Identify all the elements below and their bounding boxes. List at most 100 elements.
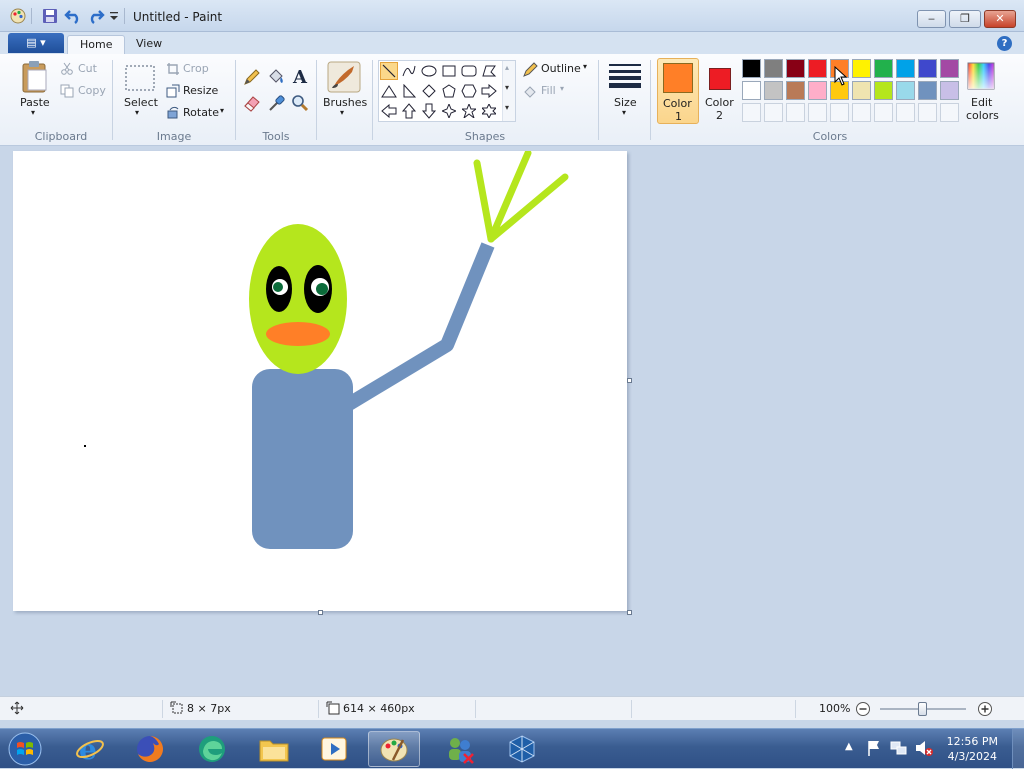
palette-swatch[interactable] xyxy=(940,59,959,78)
taskbar-firefox[interactable] xyxy=(124,731,176,767)
shape-five-point-star[interactable] xyxy=(460,102,478,120)
text-tool-icon[interactable]: A xyxy=(290,66,310,89)
resize-button[interactable]: Resize xyxy=(183,84,218,97)
paste-dropdown-arrow[interactable]: ▾ xyxy=(31,108,35,117)
shape-triangle[interactable] xyxy=(380,82,398,100)
outline-button[interactable]: Outline xyxy=(541,62,581,75)
close-button[interactable]: ✕ xyxy=(984,10,1016,28)
palette-swatch[interactable] xyxy=(764,59,783,78)
palette-swatch-empty[interactable] xyxy=(830,103,849,122)
minimize-button[interactable]: ‒ xyxy=(917,10,946,28)
pencil-icon[interactable] xyxy=(242,67,262,90)
shape-rounded-rectangle[interactable] xyxy=(460,62,478,80)
brushes-button[interactable]: Brushes xyxy=(323,96,367,109)
rotate-button[interactable]: Rotate xyxy=(183,106,219,119)
crop-button[interactable]: Crop xyxy=(183,62,209,75)
file-menu-button[interactable]: ▤ ▾ xyxy=(8,33,64,53)
shape-pentagon[interactable] xyxy=(440,82,458,100)
gallery-expand-icon[interactable]: ▾ xyxy=(505,103,509,112)
customize-qat-icon[interactable] xyxy=(109,10,119,25)
shape-diamond[interactable] xyxy=(420,82,438,100)
palette-swatch[interactable] xyxy=(896,59,915,78)
shape-four-point-star[interactable] xyxy=(440,102,458,120)
palette-swatch-empty[interactable] xyxy=(742,103,761,122)
shape-curve[interactable] xyxy=(400,62,418,80)
canvas-resize-handle-bottom[interactable] xyxy=(318,610,323,615)
palette-swatch[interactable] xyxy=(808,59,827,78)
paste-icon[interactable] xyxy=(20,60,50,97)
palette-swatch[interactable] xyxy=(896,81,915,100)
eraser-icon[interactable] xyxy=(242,93,262,116)
gallery-scroll-up-icon[interactable]: ▴ xyxy=(505,63,509,72)
shape-six-point-star[interactable] xyxy=(480,102,498,120)
cut-button[interactable]: Cut xyxy=(78,62,97,75)
palette-swatch[interactable] xyxy=(808,81,827,100)
shape-hexagon[interactable] xyxy=(460,82,478,100)
drawing-artwork[interactable] xyxy=(13,149,627,611)
undo-icon[interactable] xyxy=(64,8,82,27)
volume-muted-icon[interactable] xyxy=(914,739,934,760)
edit-colors-icon[interactable] xyxy=(967,62,995,93)
shape-rectangle[interactable] xyxy=(440,62,458,80)
tab-view[interactable]: View xyxy=(124,35,174,54)
maximize-button[interactable]: ❐ xyxy=(949,10,981,28)
shape-right-triangle[interactable] xyxy=(400,82,418,100)
zoom-out-icon[interactable] xyxy=(855,701,871,720)
shape-oval[interactable] xyxy=(420,62,438,80)
fill-button[interactable]: Fill xyxy=(541,84,556,97)
palette-swatch[interactable] xyxy=(786,81,805,100)
palette-swatch[interactable] xyxy=(852,81,871,100)
palette-swatch[interactable] xyxy=(786,59,805,78)
color2-button[interactable]: Color 2 xyxy=(702,58,738,124)
edit-colors-label-2[interactable]: colors xyxy=(966,109,999,122)
size-dropdown-arrow[interactable]: ▾ xyxy=(622,108,626,117)
shape-left-arrow[interactable] xyxy=(380,102,398,120)
color-picker-icon[interactable] xyxy=(266,93,286,116)
palette-swatch[interactable] xyxy=(918,59,937,78)
palette-swatch[interactable] xyxy=(764,81,783,100)
shapes-gallery-scroll[interactable]: ▴ ▾ ▾ xyxy=(502,61,515,121)
palette-swatch[interactable] xyxy=(742,59,761,78)
brushes-dropdown-arrow[interactable]: ▾ xyxy=(340,108,344,117)
edit-colors-label[interactable]: Edit xyxy=(971,96,992,109)
action-center-flag-icon[interactable] xyxy=(866,739,882,760)
start-button[interactable] xyxy=(6,731,44,767)
canvas-workspace[interactable] xyxy=(0,147,1024,696)
palette-swatch[interactable] xyxy=(874,59,893,78)
color1-button[interactable]: Color 1 xyxy=(657,58,699,124)
show-desktop-button[interactable] xyxy=(1012,729,1024,769)
select-dropdown-arrow[interactable]: ▾ xyxy=(135,108,139,117)
taskbar-file-explorer[interactable] xyxy=(248,731,300,767)
select-icon[interactable] xyxy=(124,64,156,95)
paint-app-icon[interactable] xyxy=(10,8,26,27)
taskbar-network-app[interactable] xyxy=(434,731,486,767)
tab-home[interactable]: Home xyxy=(67,35,126,54)
palette-swatch[interactable] xyxy=(940,81,959,100)
select-button[interactable]: Select xyxy=(124,96,158,109)
palette-swatch-empty[interactable] xyxy=(896,103,915,122)
shape-up-arrow[interactable] xyxy=(400,102,418,120)
zoom-slider-thumb[interactable] xyxy=(918,702,927,716)
palette-swatch-empty[interactable] xyxy=(764,103,783,122)
taskbar-media-player[interactable] xyxy=(308,731,360,767)
shape-line[interactable] xyxy=(380,62,398,80)
canvas-resize-handle-corner[interactable] xyxy=(627,610,632,615)
taskbar-clock[interactable]: 12:56 PM 4/3/2024 xyxy=(947,734,998,764)
palette-swatch[interactable] xyxy=(852,59,871,78)
palette-swatch-empty[interactable] xyxy=(940,103,959,122)
taskbar-edge[interactable] xyxy=(186,731,238,767)
taskbar-virtualbox[interactable] xyxy=(496,731,548,767)
shape-right-arrow[interactable] xyxy=(480,82,498,100)
gallery-scroll-down-icon[interactable]: ▾ xyxy=(505,83,509,92)
palette-swatch-empty[interactable] xyxy=(874,103,893,122)
palette-swatch[interactable] xyxy=(742,81,761,100)
copy-button[interactable]: Copy xyxy=(78,84,106,97)
taskbar-internet-explorer[interactable]: e xyxy=(64,731,116,767)
palette-swatch[interactable] xyxy=(918,81,937,100)
size-lines-icon[interactable] xyxy=(608,62,642,93)
palette-swatch-empty[interactable] xyxy=(808,103,827,122)
brushes-icon[interactable] xyxy=(326,60,362,97)
rotate-dropdown-arrow[interactable]: ▾ xyxy=(220,106,224,115)
redo-icon[interactable] xyxy=(87,8,105,27)
palette-swatch-empty[interactable] xyxy=(852,103,871,122)
